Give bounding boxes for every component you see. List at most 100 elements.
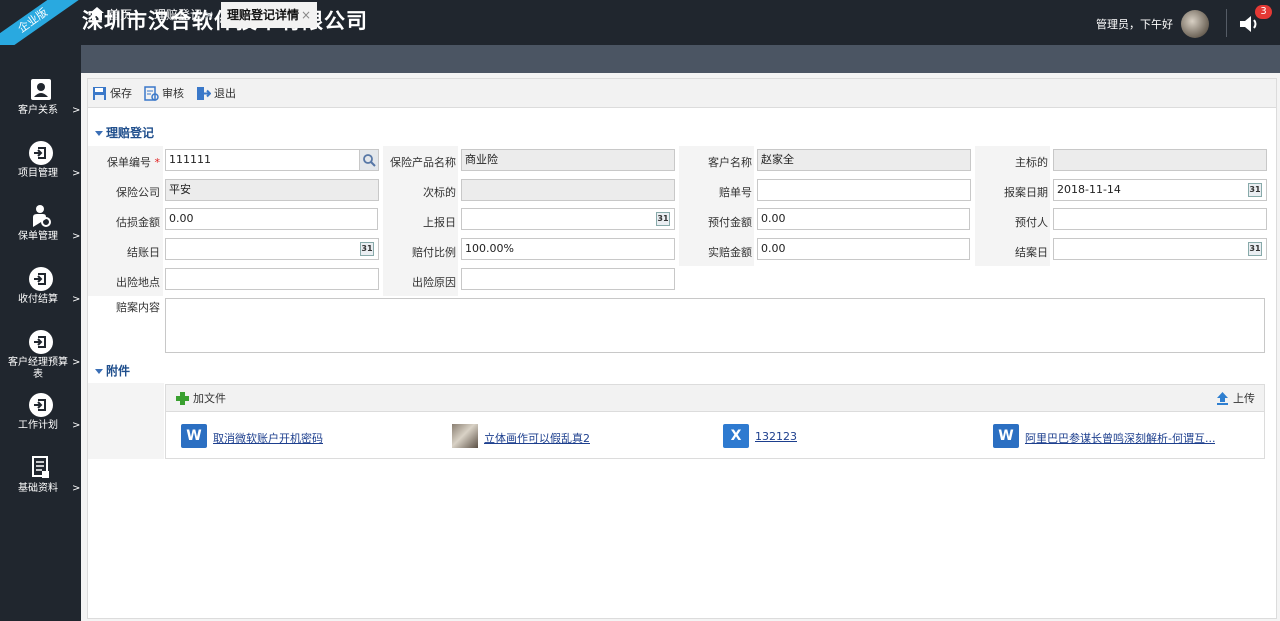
- sidebar-item-label: 保单管理: [18, 231, 58, 242]
- calendar-icon[interactable]: 31: [656, 212, 670, 226]
- upload-button[interactable]: 上传: [1215, 391, 1255, 407]
- report-date-value: 2018-11-14: [1057, 183, 1121, 196]
- plus-icon: [175, 391, 190, 406]
- accident-cause-input[interactable]: [461, 268, 675, 290]
- tab-home-label: 首页: [108, 8, 133, 22]
- claim-no-label: 赔单号: [719, 186, 752, 199]
- sidebar-item-label: 工作计划: [18, 420, 58, 431]
- accident-location-input[interactable]: [165, 268, 379, 290]
- estimated-loss-label: 估损金额: [116, 216, 160, 229]
- enter-icon: [28, 329, 54, 355]
- audit-label: 审核: [162, 87, 184, 100]
- section-title-attachment[interactable]: 附件: [95, 362, 130, 379]
- save-icon: [92, 86, 107, 101]
- policy-no-label: 保单编号 *: [107, 156, 160, 169]
- section-title-claim[interactable]: 理赔登记: [95, 124, 154, 141]
- sidebar-item-customer-relations[interactable]: 客户关系 >: [0, 77, 81, 137]
- insurer-label: 保险公司: [116, 186, 160, 199]
- collapse-triangle-icon: [95, 369, 103, 374]
- tab-bar: [81, 45, 1280, 73]
- sidebar-item-project-management[interactable]: 项目管理 >: [0, 140, 81, 200]
- calendar-icon[interactable]: 31: [1248, 242, 1262, 256]
- policy-no-value: 111111: [169, 153, 211, 166]
- settle-date-input[interactable]: 31: [165, 238, 379, 260]
- policy-no-input[interactable]: 111111: [165, 149, 379, 171]
- case-content-textarea[interactable]: [165, 298, 1265, 353]
- chevron-right-icon: >: [72, 231, 81, 242]
- tab-label: 理赔登记详情: [227, 8, 300, 22]
- attachment-link[interactable]: 立体画作可以假乱真2: [484, 430, 590, 446]
- chevron-right-icon: >: [72, 105, 81, 116]
- close-date-label: 结案日: [1015, 246, 1048, 259]
- actual-payout-input[interactable]: 0.00: [757, 238, 970, 260]
- calendar-icon[interactable]: 31: [360, 242, 374, 256]
- customer-name-field[interactable]: 赵家全: [757, 149, 971, 171]
- attachment-link[interactable]: 取消微软账户开机密码: [213, 430, 323, 446]
- avatar[interactable]: [1181, 10, 1209, 38]
- add-file-button[interactable]: 加文件: [175, 391, 226, 407]
- tab-claim-registration[interactable]: 理赔登记 ×: [154, 2, 214, 28]
- upload-icon: [1215, 391, 1230, 406]
- exit-button[interactable]: 退出: [196, 86, 236, 102]
- accident-cause-label: 出险原因: [412, 276, 456, 289]
- label-column: [88, 383, 164, 459]
- sidebar-item-label: 基础资料: [18, 483, 58, 494]
- payout-ratio-input[interactable]: 100.00%: [461, 238, 675, 260]
- edition-ribbon: 企业版: [0, 0, 80, 45]
- prepayer-input[interactable]: [1053, 208, 1267, 230]
- close-date-input[interactable]: 31: [1053, 238, 1267, 260]
- search-icon[interactable]: [359, 150, 378, 170]
- close-icon[interactable]: ×: [204, 8, 214, 22]
- case-content-label: 赔案内容: [116, 301, 160, 314]
- enter-icon: [28, 140, 54, 166]
- main-subject-field[interactable]: [1053, 149, 1267, 171]
- accident-location-label: 出险地点: [116, 276, 160, 289]
- chevron-right-icon: >: [72, 168, 81, 179]
- actual-payout-label: 实赔金额: [708, 246, 752, 259]
- claim-no-input[interactable]: [757, 179, 971, 201]
- excel-icon: X: [723, 424, 749, 448]
- customer-name-label: 客户名称: [708, 156, 752, 169]
- attachment-link[interactable]: 132123: [755, 430, 797, 443]
- collapse-triangle-icon: [95, 131, 103, 136]
- close-icon[interactable]: ×: [301, 8, 311, 22]
- product-name-field[interactable]: 商业险: [461, 149, 675, 171]
- main-subject-label: 主标的: [1015, 156, 1048, 169]
- estimated-loss-input[interactable]: 0.00: [165, 208, 378, 230]
- sidebar-item-manager-budget[interactable]: 客户经理预算表 >: [0, 329, 81, 389]
- user-greeting: 管理员，下午好: [1096, 18, 1173, 31]
- sidebar-item-payment-settlement[interactable]: 收付结算 >: [0, 266, 81, 326]
- report-date-input[interactable]: 2018-11-14 31: [1053, 179, 1267, 201]
- prepaid-amount-input[interactable]: 0.00: [757, 208, 970, 230]
- secondary-subject-label: 次标的: [423, 186, 456, 199]
- tab-home[interactable]: 首页: [90, 2, 132, 28]
- secondary-subject-field[interactable]: [461, 179, 675, 201]
- save-button[interactable]: 保存: [92, 86, 132, 102]
- word-icon: W: [993, 424, 1019, 448]
- tab-claim-detail[interactable]: 理赔登记详情 ×: [221, 2, 318, 28]
- exit-label: 退出: [214, 87, 236, 100]
- person-gear-icon: [28, 203, 54, 229]
- exit-icon: [196, 86, 212, 101]
- chevron-right-icon: >: [72, 420, 81, 431]
- attachment-toolbar: [165, 384, 1265, 412]
- calendar-icon[interactable]: 31: [1248, 183, 1262, 197]
- enter-icon: [28, 392, 54, 418]
- audit-button[interactable]: 审核: [144, 86, 184, 102]
- report-date-label: 报案日期: [1004, 186, 1048, 199]
- sidebar-item-work-plan[interactable]: 工作计划 >: [0, 392, 81, 452]
- add-file-label: 加文件: [193, 392, 226, 405]
- settle-date-label: 结账日: [127, 246, 160, 259]
- insurer-field[interactable]: 平安: [165, 179, 379, 201]
- toolbar: [87, 78, 1277, 108]
- attachment-link[interactable]: 阿里巴巴参谋长曾鸣深刻解析-何谓互...: [1025, 430, 1215, 446]
- sidebar-item-label: 客户关系: [18, 105, 58, 116]
- sidebar-item-policy-management[interactable]: 保单管理 >: [0, 203, 81, 263]
- chevron-right-icon: >: [72, 294, 81, 305]
- word-icon: W: [181, 424, 207, 448]
- notification-badge: 3: [1255, 5, 1272, 19]
- sidebar: 客户关系 > 项目管理 > 保单管理 > 收付结算 > 客户经理预算表 > 工作…: [0, 45, 81, 621]
- sidebar-item-label: 客户经理预算表: [8, 357, 68, 380]
- submit-date-input[interactable]: 31: [461, 208, 675, 230]
- sidebar-item-base-data[interactable]: 基础资料 >: [0, 455, 81, 515]
